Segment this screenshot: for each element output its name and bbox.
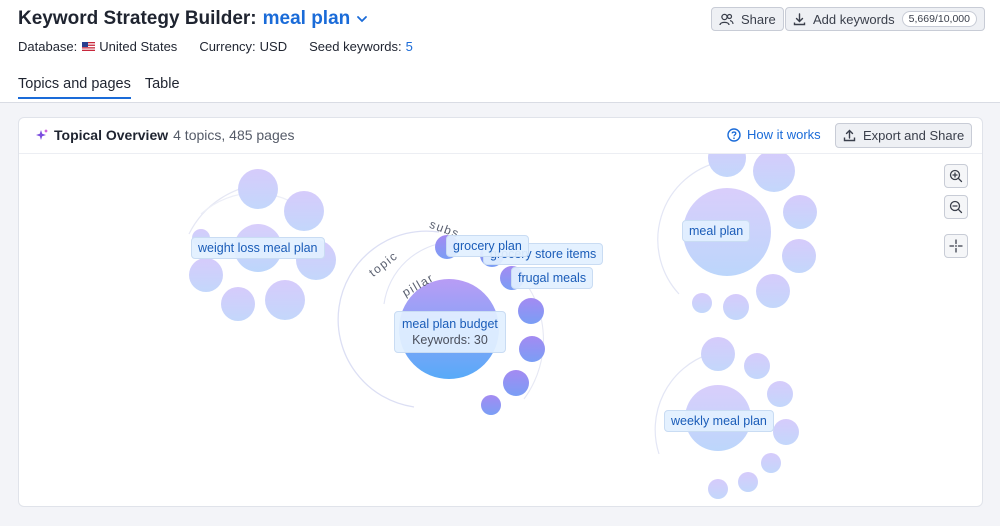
page-header: Keyword Strategy Builder: meal plan Data… — [0, 0, 1000, 103]
tab-topics-and-pages[interactable]: Topics and pages — [18, 76, 131, 99]
users-icon — [719, 13, 734, 25]
currency-info: Currency: USD — [199, 39, 288, 54]
zoom-in-icon — [949, 169, 963, 183]
page-bubble[interactable] — [744, 353, 770, 379]
how-it-works-link[interactable]: How it works — [727, 127, 821, 142]
view-tabs: Topics and pages Table — [18, 76, 194, 99]
topic-label-weight-loss-meal-plan[interactable]: weight loss meal plan — [191, 237, 325, 259]
zoom-in-button[interactable] — [944, 164, 968, 188]
page-bubble[interactable] — [761, 453, 781, 473]
page-title: Keyword Strategy Builder: — [18, 8, 257, 29]
page-bubble[interactable] — [284, 191, 324, 231]
crosshair-icon — [949, 239, 963, 253]
tab-table[interactable]: Table — [145, 76, 180, 99]
pillar-label-meal-plan-budget[interactable]: meal plan budget Keywords: 30 — [394, 311, 506, 353]
database-info: Database: United States — [18, 39, 178, 54]
page-bubble[interactable] — [519, 336, 545, 362]
page-bubble[interactable] — [238, 169, 278, 209]
page-bubble[interactable] — [265, 280, 305, 320]
pillar-keyword-count: Keywords: 30 — [412, 333, 488, 347]
page-bubble[interactable] — [708, 479, 728, 499]
topical-overview-card: Topical Overview 4 topics, 485 pages How… — [18, 117, 983, 507]
page-bubble[interactable] — [782, 239, 816, 273]
page-bubble[interactable] — [738, 472, 758, 492]
page-bubble[interactable] — [753, 154, 795, 192]
sparkle-icon — [36, 129, 48, 140]
add-keywords-button[interactable]: Add keywords 5,669/10,000 — [785, 7, 985, 31]
export-and-share-button[interactable]: Export and Share — [835, 123, 973, 148]
zoom-out-icon — [949, 200, 963, 214]
page-bubble[interactable] — [481, 395, 501, 415]
page-bubble[interactable] — [783, 195, 817, 229]
share-button[interactable]: Share — [711, 7, 784, 31]
page-bubble[interactable] — [503, 370, 529, 396]
strategy-name-dropdown[interactable]: meal plan — [263, 8, 351, 30]
topic-label-meal-plan[interactable]: meal plan — [682, 220, 751, 242]
page-bubble[interactable] — [518, 298, 544, 324]
page-bubble[interactable] — [767, 381, 793, 407]
card-header: Topical Overview 4 topics, 485 pages How… — [19, 118, 982, 154]
page-bubble[interactable] — [756, 274, 790, 308]
topic-label-weekly-meal-plan[interactable]: weekly meal plan — [664, 410, 774, 432]
card-title: Topical Overview 4 topics, 485 pages — [35, 127, 295, 143]
page-bubble[interactable] — [773, 419, 799, 445]
zoom-out-button[interactable] — [944, 195, 968, 219]
keywords-usage-badge: 5,669/10,000 — [901, 11, 977, 27]
upload-icon — [843, 129, 856, 142]
seed-keywords-count[interactable]: 5 — [406, 39, 413, 54]
page-bubble[interactable] — [708, 154, 746, 177]
page-bubble[interactable] — [189, 258, 223, 292]
page-bubble[interactable] — [701, 337, 735, 371]
page-label-frugal-meals[interactable]: frugal meals — [511, 267, 594, 289]
recenter-button[interactable] — [944, 234, 968, 258]
help-circle-icon — [727, 127, 741, 142]
seed-keywords-info: Seed keywords: 5 — [309, 39, 413, 54]
us-flag-icon — [82, 42, 96, 51]
page-bubble[interactable] — [723, 294, 749, 320]
page-label-grocery-plan[interactable]: grocery plan — [446, 235, 529, 257]
chevron-down-icon[interactable] — [355, 12, 369, 26]
download-icon — [793, 12, 806, 25]
page-bubble[interactable] — [692, 293, 712, 313]
title-row: Keyword Strategy Builder: meal plan — [18, 8, 369, 30]
page-bubble[interactable] — [221, 287, 255, 321]
meta-row: Database: United States Currency: USD Se… — [18, 39, 435, 54]
